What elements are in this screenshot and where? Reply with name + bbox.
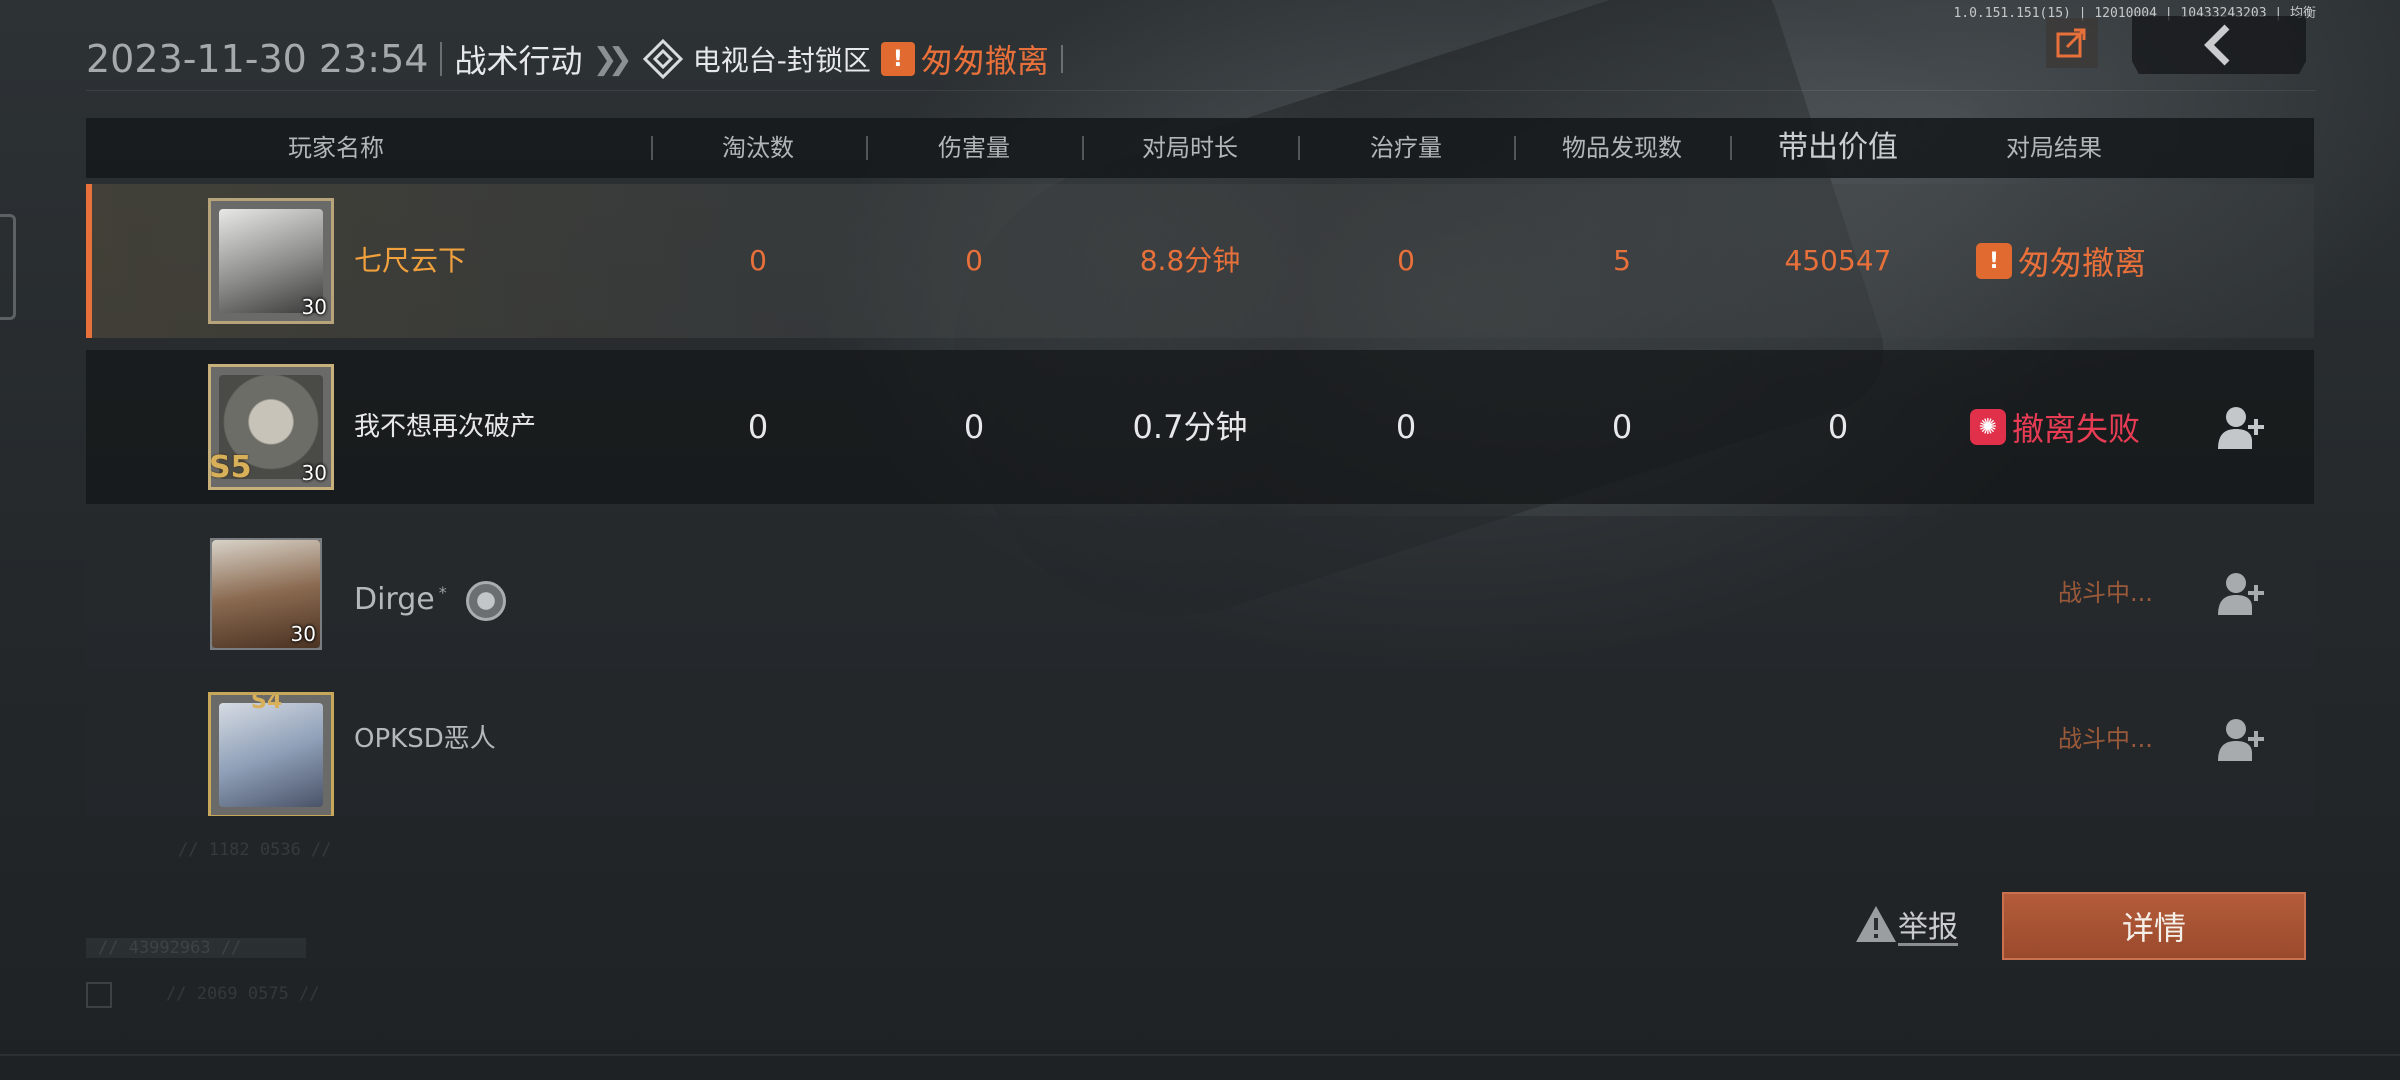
status-text: 战斗中... [2058, 579, 2153, 607]
items-value: 0 [1611, 408, 1633, 446]
col-divider [651, 136, 653, 160]
share-icon [2056, 28, 2086, 57]
kills-value: 0 [747, 408, 769, 446]
table-row[interactable]: 30 七尺云下 0 0 8.8分钟 0 5 450547 ! 匆匆撤离 [86, 184, 2314, 338]
report-button[interactable]: 举报 [1854, 902, 1958, 946]
add-friend-icon [2218, 407, 2264, 449]
value-value: 0 [1827, 408, 1849, 446]
player-level: 30 [301, 295, 327, 319]
warning-icon [1856, 906, 1896, 942]
warning-icon: ! [880, 42, 915, 76]
map-diamond-icon [642, 39, 683, 79]
table-header: 玩家名称 淘汰数 伤害量 对局时长 治疗量 物品发现数 带出价值 对局结果 [86, 118, 2314, 178]
avatar: 30 [210, 538, 322, 650]
coords-text: // 1182 0536 // [178, 840, 332, 860]
season-badge: S4 [251, 692, 283, 714]
col-healing: 治疗量 [1370, 134, 1442, 162]
header-divider [440, 42, 443, 76]
player-name: 七尺云下 [354, 244, 467, 277]
chevron-right-icon: ❯❯ [592, 41, 632, 77]
add-friend-icon [2218, 573, 2264, 615]
player-name: 我不想再次破产 [354, 412, 537, 442]
scoreboard-table: 玩家名称 淘汰数 伤害量 对局时长 治疗量 物品发现数 带出价值 对局结果 30… [86, 118, 2314, 816]
col-damage: 伤害量 [938, 134, 1010, 162]
add-friend-button[interactable] [2214, 568, 2270, 618]
add-friend-button[interactable] [2214, 402, 2270, 452]
result-badge: ! 匆匆撤离 [1976, 184, 2146, 338]
season-badge: S5 [209, 450, 252, 485]
fail-icon: ✺ [1970, 409, 2006, 445]
col-divider [1514, 136, 1516, 160]
player-level: 30 [290, 622, 316, 646]
share-button[interactable] [2046, 18, 2098, 68]
col-divider [1730, 136, 1732, 160]
items-value: 5 [1613, 244, 1631, 277]
match-datetime: 2023-11-30 23:54 [86, 37, 429, 81]
col-result: 对局结果 [2006, 134, 2102, 162]
header-underline [86, 90, 2316, 91]
match-result: 匆匆撤离 [920, 42, 1049, 80]
left-edge-bracket [0, 214, 16, 320]
id-text: // 43992963 // [86, 938, 306, 958]
healing-value: 0 [1397, 244, 1415, 277]
result-text: 匆匆撤离 [2018, 244, 2147, 282]
table-row[interactable]: S5 30 我不想再次破产 0 0 0.7分钟 0 0 0 ✺ 撤离失败 [86, 350, 2314, 504]
col-divider [1298, 136, 1300, 160]
match-header: 2023-11-30 23:54 战术行动 ❯❯ 电视台-封锁区 ! 匆匆撤离 [86, 34, 1075, 84]
damage-value: 0 [963, 408, 985, 446]
duration-value: 0.7分钟 [1132, 408, 1248, 446]
avatar: S4 [208, 692, 334, 816]
warning-icon: ! [1976, 243, 2012, 279]
avatar: S5 30 [208, 364, 334, 490]
code-text: // 2069 0575 // [166, 984, 320, 1004]
back-button[interactable] [2132, 16, 2306, 74]
col-divider [866, 136, 868, 160]
duration-value: 8.8分钟 [1139, 244, 1241, 277]
col-duration: 对局时长 [1142, 134, 1238, 162]
add-friend-button[interactable] [2214, 714, 2270, 764]
player-name: Dirge [354, 582, 435, 617]
col-name: 玩家名称 [288, 134, 384, 162]
status-text: 战斗中... [2058, 725, 2153, 753]
avatar-image [219, 703, 323, 807]
bottom-divider [0, 1054, 2400, 1056]
damage-value: 0 [965, 244, 983, 277]
avatar: 30 [208, 198, 334, 324]
game-mode: 战术行动 [454, 42, 583, 80]
healing-value: 0 [1395, 408, 1417, 446]
kills-value: 0 [749, 244, 767, 277]
col-items: 物品发现数 [1562, 134, 1682, 162]
player-name: OPKSD恶人 [354, 724, 496, 754]
online-mark: * [438, 583, 447, 602]
back-arrow-icon [2204, 24, 2230, 66]
header-divider-end [1060, 45, 1063, 73]
value-value: 450547 [1784, 244, 1892, 277]
add-friend-icon [2218, 719, 2264, 761]
result-badge: ✺ 撤离失败 [1970, 350, 2140, 504]
col-value: 带出价值 [1778, 130, 1898, 165]
emblem-icon [466, 580, 507, 621]
square-mark-icon [86, 982, 112, 1008]
result-text: 撤离失败 [2012, 410, 2141, 448]
table-row[interactable]: 30 Dirge * 战斗中... [86, 516, 2314, 670]
table-row[interactable]: S4 OPKSD恶人 战斗中... [86, 682, 2314, 816]
col-divider [1082, 136, 1084, 160]
player-level: 30 [301, 461, 327, 485]
player-name-group: Dirge * [354, 516, 507, 670]
map-name: 电视台-封锁区 [692, 44, 871, 77]
detail-button[interactable]: 详情 [2002, 892, 2306, 960]
col-kills: 淘汰数 [722, 134, 794, 162]
report-label: 举报 [1898, 910, 1958, 945]
